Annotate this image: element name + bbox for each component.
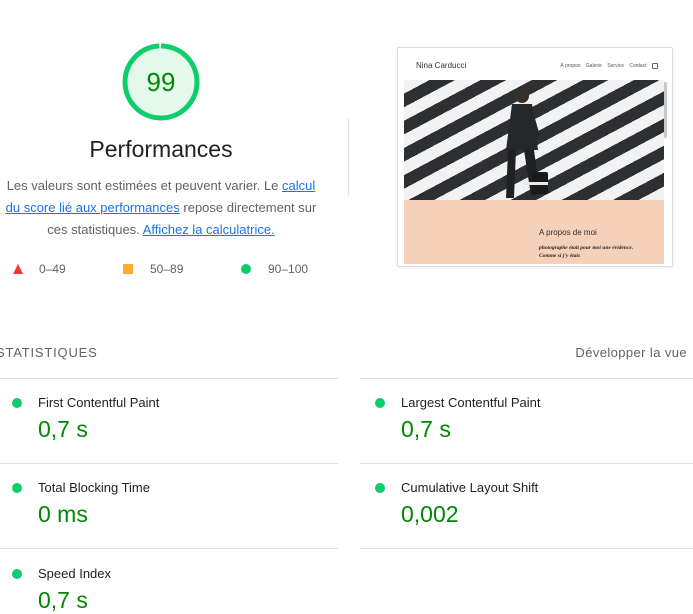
green-circle-icon (375, 398, 385, 408)
screenshot-about-text: photographe était pour moi une évidence.… (539, 245, 634, 259)
description-text-start: Les valeurs sont estimées et peuvent var… (6, 178, 283, 193)
metric-name: Speed Index (38, 566, 112, 581)
metric-divider (360, 548, 693, 549)
screenshot-about-title: A propos de moi (539, 228, 597, 237)
metric-value: 0,7 s (38, 587, 88, 613)
metric-value: 0,7 s (38, 416, 88, 442)
metric-name: First Contentful Paint (38, 395, 160, 410)
screenshot-menu: À propos Galerie Service Contact (556, 63, 658, 69)
legend-label-pass: 90–100 (268, 262, 309, 276)
metric-value: 0 ms (38, 501, 88, 527)
red-triangle-icon (13, 264, 23, 274)
green-circle-icon (241, 264, 251, 274)
calculator-link[interactable]: Affichez la calculatrice. (143, 222, 275, 237)
performance-score-value: 99 (146, 67, 176, 97)
screenshot-menu-item: Service (607, 63, 624, 70)
metric-first-contentful-paint: First Contentful Paint 0,7 s (0, 378, 330, 458)
screenshot-brand: Nina Carducci (416, 61, 467, 70)
expand-view-toggle[interactable]: Développer la vue (575, 345, 687, 360)
orange-square-icon (123, 264, 133, 274)
screenshot-menu-item: Contact (629, 63, 647, 70)
metric-name: Total Blocking Time (38, 480, 150, 495)
metric-total-blocking-time: Total Blocking Time 0 ms (0, 463, 330, 543)
final-screenshot-thumbnail[interactable]: Nina Carducci À propos Galerie Service C… (397, 47, 673, 267)
score-description: Les valeurs sont estimées et peuvent var… (0, 175, 322, 241)
metric-cumulative-layout-shift: Cumulative Layout Shift 0,002 (363, 463, 693, 543)
screenshot-menu-item: Galerie (585, 63, 602, 70)
vertical-divider (348, 118, 349, 196)
metric-value: 0,7 s (401, 416, 451, 442)
legend-label-average: 50–89 (150, 262, 184, 276)
metric-name: Largest Contentful Paint (401, 395, 541, 410)
metric-value: 0,002 (401, 501, 459, 527)
score-legend: 0–49 50–89 90–100 (0, 259, 340, 279)
performance-score-gauge: 99 (121, 42, 201, 122)
green-circle-icon (375, 483, 385, 493)
gauge-title: Performances (89, 136, 233, 162)
instagram-icon (652, 63, 658, 69)
metrics-section-header: STATISTIQUES (0, 345, 98, 360)
green-circle-icon (12, 483, 22, 493)
walking-man-icon (506, 89, 548, 198)
screenshot-scrollbar (664, 82, 667, 138)
legend-label-fail: 0–49 (39, 262, 66, 276)
green-circle-icon (12, 569, 22, 579)
metric-largest-contentful-paint: Largest Contentful Paint 0,7 s (363, 378, 693, 458)
screenshot-menu-item: À propos (560, 63, 581, 70)
screenshot-about-section: A propos de moi photographe était pour m… (404, 200, 664, 264)
metric-name: Cumulative Layout Shift (401, 480, 539, 495)
screenshot-navbar: Nina Carducci À propos Galerie Service C… (398, 48, 672, 80)
screenshot-hero-image (404, 80, 664, 200)
metric-speed-index: Speed Index 0,7 s (0, 549, 330, 614)
green-circle-icon (12, 398, 22, 408)
